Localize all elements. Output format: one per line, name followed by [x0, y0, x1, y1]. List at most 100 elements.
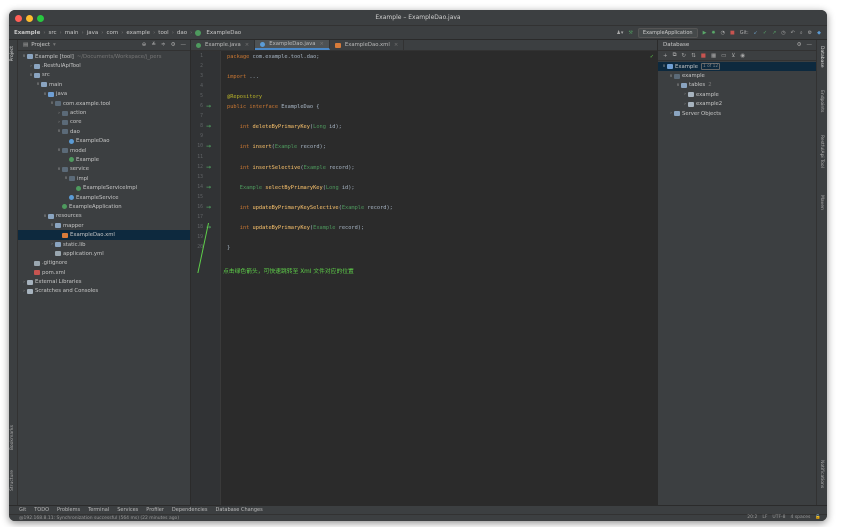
tree-item[interactable]: › Server Objects — [658, 109, 816, 118]
goto-xml-arrow-icon[interactable]: → — [206, 164, 211, 171]
close-tab-icon[interactable]: × — [245, 42, 249, 48]
tree-item[interactable]: › example — [658, 90, 816, 99]
breadcrumb-item[interactable]: com — [106, 30, 118, 36]
code-view[interactable]: package com.example.tool.dao; import ...… — [227, 51, 647, 505]
git-commit-icon[interactable]: ✓ — [763, 30, 767, 36]
breadcrumb-item[interactable]: ExampleDao — [206, 30, 241, 36]
git-push-icon[interactable]: ↗ — [772, 30, 776, 36]
tree-item[interactable]: ∨ service — [18, 165, 190, 174]
caret-position[interactable]: 20:2 — [747, 515, 757, 520]
hide-icon[interactable]: — — [181, 42, 187, 48]
console-icon[interactable]: ▭ — [721, 53, 726, 59]
tree-item[interactable]: application.yml — [18, 249, 190, 258]
lock-icon[interactable]: 🔓 — [815, 515, 821, 520]
endpoints-tool-button[interactable]: Endpoints — [819, 90, 824, 112]
tree-item[interactable]: › External Libraries — [18, 277, 190, 286]
tree-item[interactable]: › Scratches and Consoles — [18, 287, 190, 296]
tree-item[interactable]: ∨ java — [18, 90, 190, 99]
user-icon[interactable]: ♟▾ — [616, 30, 623, 36]
breadcrumb-item[interactable]: main — [65, 30, 79, 36]
tool-window-button[interactable]: Git — [19, 507, 26, 513]
line-separator[interactable]: LF — [762, 515, 767, 520]
tree-item[interactable]: › core — [18, 118, 190, 127]
tree-item[interactable]: ∨ model — [18, 146, 190, 155]
view-icon[interactable]: ◉ — [740, 53, 745, 59]
tree-item[interactable]: Example — [18, 155, 190, 164]
breadcrumb-item[interactable]: dao — [177, 30, 187, 36]
debug-icon[interactable]: ✹ — [711, 30, 715, 36]
tree-item[interactable]: .gitignore — [18, 259, 190, 268]
goto-xml-arrow-icon[interactable]: → — [206, 103, 211, 110]
status-message[interactable]: @192.168.8.11: Synchronization successfu… — [19, 516, 179, 521]
git-update-icon[interactable]: ↙ — [754, 30, 758, 36]
file-encoding[interactable]: UTF-8 — [772, 515, 785, 520]
goto-xml-arrow-icon[interactable]: → — [206, 123, 211, 130]
locate-icon[interactable]: ⊕ — [142, 42, 147, 48]
table-icon[interactable]: ▦ — [711, 53, 716, 59]
editor-tab[interactable]: ExampleDao.java × — [255, 40, 330, 50]
tree-item[interactable]: pom.xml — [18, 268, 190, 277]
stop-icon[interactable]: ■ — [701, 53, 706, 59]
breadcrumb-item[interactable]: Example — [14, 30, 40, 36]
tree-item[interactable]: ∨ impl — [18, 174, 190, 183]
git-label[interactable]: Git: — [740, 30, 749, 36]
close-tab-icon[interactable]: × — [319, 41, 323, 47]
tree-item[interactable]: ∨ example — [658, 71, 816, 80]
tree-item[interactable]: › example2 — [658, 100, 816, 109]
tree-item[interactable]: ExampleApplication — [18, 202, 190, 211]
tree-item[interactable]: ExampleServiceImpl — [18, 183, 190, 192]
project-panel-title[interactable]: Project — [31, 42, 50, 48]
copy-icon[interactable]: ⧉ — [673, 52, 677, 59]
close-tab-icon[interactable]: × — [394, 42, 398, 48]
tree-item[interactable]: › action — [18, 108, 190, 117]
structure-tool-button[interactable]: Structure — [10, 470, 15, 491]
chevron-down-icon[interactable]: ▾ — [53, 42, 56, 48]
tool-window-button[interactable]: Database Changes — [216, 507, 263, 513]
project-tool-button[interactable]: Project — [10, 46, 15, 61]
editor-tab[interactable]: Example.java × — [191, 40, 256, 50]
goto-xml-arrow-icon[interactable]: → — [206, 204, 211, 211]
tool-window-button[interactable]: Profiler — [146, 507, 164, 513]
goto-xml-arrow-icon[interactable]: → — [206, 184, 211, 191]
gear-icon[interactable]: ⚙ — [797, 42, 802, 48]
settings-icon[interactable]: ⚙ — [808, 30, 812, 36]
tree-item[interactable]: ∨ main — [18, 80, 190, 89]
database-tool-button[interactable]: Database — [819, 46, 824, 67]
coverage-icon[interactable]: ◔ — [721, 30, 725, 36]
tree-item[interactable]: ExampleDao.xml — [18, 230, 190, 240]
tree-item[interactable]: ∨ mapper — [18, 221, 190, 230]
collapse-all-icon[interactable]: ≑ — [161, 42, 166, 48]
gear-icon[interactable]: ⚙ — [171, 42, 176, 48]
tool-window-button[interactable]: TODO — [34, 507, 49, 513]
breadcrumb-item[interactable]: src — [49, 30, 57, 36]
plugin-icon[interactable]: ◆ — [817, 30, 821, 36]
restful-api-tool-button[interactable]: RestfulApi Tool — [819, 135, 824, 168]
breadcrumb-item[interactable]: example — [126, 30, 150, 36]
tree-item[interactable]: ExampleService — [18, 193, 190, 202]
refresh-icon[interactable]: ↻ — [682, 53, 687, 59]
tool-window-button[interactable]: Dependencies — [172, 507, 208, 513]
inspection-ok-icon[interactable]: ✓ — [650, 54, 654, 60]
tree-item[interactable]: ∨ src — [18, 71, 190, 80]
indent-setting[interactable]: 4 spaces — [791, 515, 811, 520]
run-icon[interactable]: ▶ — [703, 30, 707, 36]
tree-item[interactable]: ∨ tables 2 — [658, 81, 816, 90]
history-icon[interactable]: ◷ — [781, 30, 785, 36]
tool-window-button[interactable]: Services — [117, 507, 138, 513]
expand-all-icon[interactable]: ≚ — [151, 42, 156, 48]
tree-item[interactable]: ∨ com.example.tool — [18, 99, 190, 108]
notifications-tool-button[interactable]: Notifications — [819, 460, 824, 488]
editor-tab[interactable]: ExampleDao.xml × — [330, 40, 405, 50]
goto-xml-arrow-icon[interactable]: → — [206, 143, 211, 150]
sync-icon[interactable]: ⇅ — [691, 53, 696, 59]
tree-item[interactable]: ExampleDao — [18, 137, 190, 146]
tree-item[interactable]: › .RestfulApiTool — [18, 61, 190, 70]
maven-tool-button[interactable]: Maven — [819, 195, 824, 210]
breadcrumb-item[interactable]: tool — [158, 30, 168, 36]
breadcrumb-item[interactable]: java — [87, 30, 99, 36]
tree-item[interactable]: ∨ resources — [18, 212, 190, 221]
build-icon[interactable]: ⚒ — [628, 30, 632, 36]
tree-item[interactable]: ∨ Example 1 of 12 — [658, 62, 816, 72]
tool-window-button[interactable]: Terminal — [88, 507, 109, 513]
run-configuration-select[interactable]: ExampleApplication — [637, 28, 698, 38]
